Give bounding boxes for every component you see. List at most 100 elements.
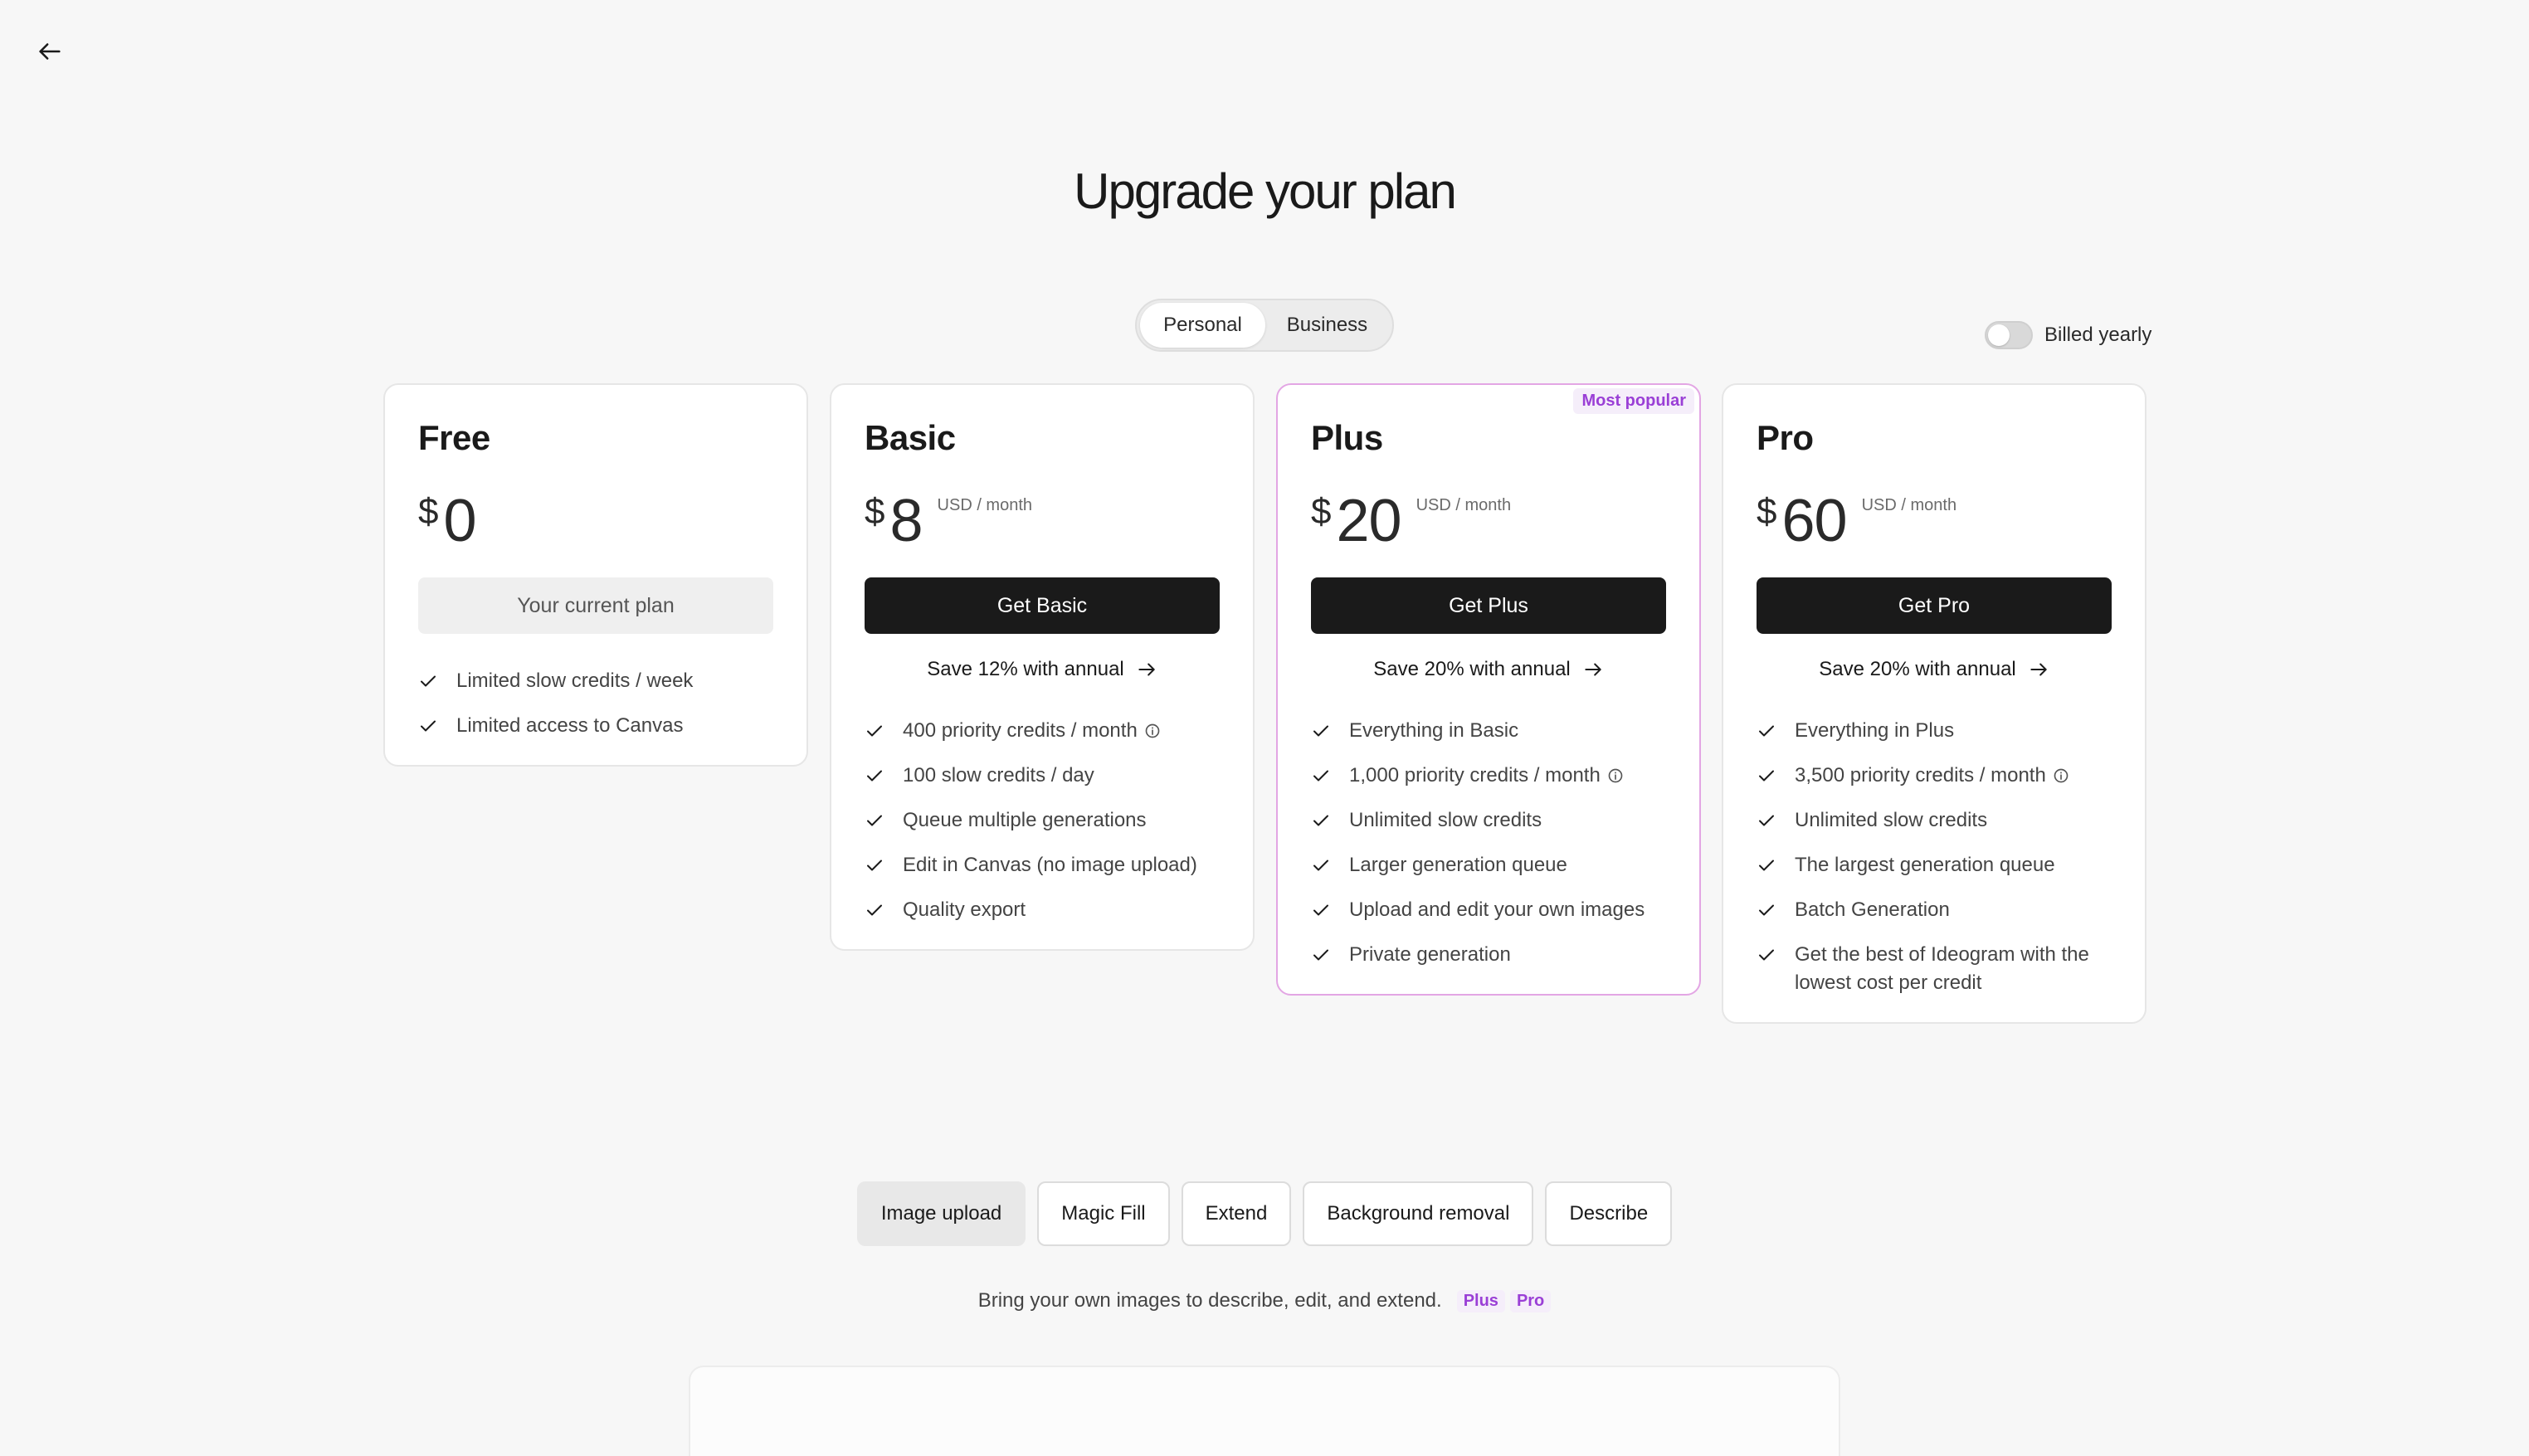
tab-business[interactable]: Business: [1265, 303, 1389, 348]
save-annual-link[interactable]: Save 20% with annual: [1757, 655, 2112, 684]
price: $ 60 USD / month: [1757, 491, 2112, 551]
tab-image-upload[interactable]: Image upload: [856, 1181, 1026, 1246]
billing-toggle-group: Billed yearly: [1985, 320, 2151, 350]
arrow-right-icon: [1585, 663, 1601, 676]
price: $ 0: [418, 491, 773, 551]
plan-card-pro: Pro $ 60 USD / month Get Pro Save 20% wi…: [1722, 383, 2146, 1024]
price-amount: 20: [1336, 488, 1401, 554]
feature-text: 400 priority credits / month: [903, 719, 1138, 742]
list-item: 3,500 priority credits / month: [1757, 762, 2112, 790]
arrow-right-icon: [2030, 663, 2047, 676]
feature-text: Limited slow credits / week: [456, 670, 694, 692]
check-icon: [1757, 896, 1778, 924]
list-item: Batch Generation: [1757, 896, 2112, 924]
feature-description-text: Bring your own images to describe, edit,…: [977, 1289, 1442, 1312]
save-annual-label: Save 12% with annual: [927, 658, 1124, 680]
list-item: Limited access to Canvas: [418, 712, 773, 740]
list-item: Unlimited slow credits: [1757, 806, 2112, 835]
feature-text: 100 slow credits / day: [903, 764, 1094, 786]
price-period: USD / month: [1861, 496, 1957, 514]
list-item: Edit in Canvas (no image upload): [865, 851, 1220, 879]
plan-tag-pro: Pro: [1509, 1289, 1552, 1312]
plan-card-free: Free $ 0 Your current plan Limited slow …: [383, 383, 808, 767]
feature-text: Batch Generation: [1795, 898, 1950, 921]
check-icon: [1311, 851, 1333, 879]
plan-name: Pro: [1757, 418, 1814, 457]
currency-symbol: $: [1311, 491, 1332, 532]
current-plan-button[interactable]: Your current plan: [418, 577, 773, 634]
info-icon[interactable]: [1607, 767, 1624, 784]
feature-text: Larger generation queue: [1349, 854, 1567, 876]
feature-text: Unlimited slow credits: [1349, 809, 1542, 831]
price-period: USD / month: [1416, 496, 1512, 514]
back-button[interactable]: [32, 33, 68, 70]
upgrade-page: Upgrade your plan Personal Business Bill…: [0, 0, 2529, 1456]
check-icon: [1757, 717, 1778, 745]
list-item: Quality export: [865, 896, 1220, 924]
feature-list: Limited slow credits / week Limited acce…: [418, 667, 773, 740]
save-annual-link[interactable]: Save 12% with annual: [865, 655, 1220, 684]
check-icon: [1311, 717, 1333, 745]
tab-background-removal[interactable]: Background removal: [1303, 1181, 1534, 1246]
plan-name: Free: [418, 418, 490, 457]
most-popular-badge: Most popular: [1573, 388, 1694, 414]
feature-text: Everything in Plus: [1795, 719, 1955, 742]
check-icon: [865, 896, 886, 924]
price: $ 20 USD / month: [1311, 491, 1666, 551]
plan-card-basic: Basic $ 8 USD / month Get Basic Save 12%…: [830, 383, 1255, 951]
list-item: Everything in Plus: [1757, 717, 2112, 745]
save-annual-label: Save 20% with annual: [1373, 658, 1571, 680]
check-icon: [865, 851, 886, 879]
save-annual-label: Save 20% with annual: [1819, 658, 2016, 680]
feature-text: Quality export: [903, 898, 1026, 921]
list-item: Private generation: [1311, 941, 1666, 969]
check-icon: [1311, 941, 1333, 969]
list-item: Get the best of Ideogram with the lowest…: [1757, 941, 2112, 997]
feature-list: Everything in Plus 3,500 priority credit…: [1757, 717, 2112, 997]
price-amount: 0: [443, 488, 476, 554]
currency-symbol: $: [865, 491, 885, 532]
feature-text: Limited access to Canvas: [456, 714, 684, 737]
price: $ 8 USD / month: [865, 491, 1220, 551]
feature-text: Edit in Canvas (no image upload): [903, 854, 1197, 876]
list-item: 1,000 priority credits / month: [1311, 762, 1666, 790]
info-icon[interactable]: [2053, 767, 2069, 784]
save-annual-link[interactable]: Save 20% with annual: [1311, 655, 1666, 684]
feature-list: Everything in Basic 1,000 priority credi…: [1311, 717, 1666, 969]
list-item: Upload and edit your own images: [1311, 896, 1666, 924]
plan-name: Plus: [1311, 418, 1383, 457]
list-item: Unlimited slow credits: [1311, 806, 1666, 835]
check-icon: [1757, 851, 1778, 879]
check-icon: [865, 762, 886, 790]
list-item: 100 slow credits / day: [865, 762, 1220, 790]
list-item: Queue multiple generations: [865, 806, 1220, 835]
list-item: Larger generation queue: [1311, 851, 1666, 879]
page-title: Upgrade your plan: [1074, 163, 1457, 219]
currency-symbol: $: [418, 491, 439, 532]
feature-description: Bring your own images to describe, edit,…: [0, 1289, 2529, 1312]
info-icon[interactable]: [1144, 723, 1161, 739]
list-item: 400 priority credits / month: [865, 717, 1220, 745]
get-pro-button[interactable]: Get Pro: [1757, 577, 2112, 634]
toggle-knob: [1988, 324, 2010, 346]
tab-extend[interactable]: Extend: [1181, 1181, 1292, 1246]
tab-describe[interactable]: Describe: [1545, 1181, 1673, 1246]
currency-symbol: $: [1757, 491, 1777, 532]
tab-personal[interactable]: Personal: [1140, 303, 1265, 348]
check-icon: [1311, 762, 1333, 790]
check-icon: [1311, 806, 1333, 835]
tab-magic-fill[interactable]: Magic Fill: [1037, 1181, 1170, 1246]
arrow-left-icon: [39, 43, 61, 60]
plan-type-segmented-control: Personal Business: [1135, 299, 1394, 352]
get-plus-button[interactable]: Get Plus: [1311, 577, 1666, 634]
price-amount: 8: [889, 488, 923, 554]
plan-tag-plus: Plus: [1456, 1289, 1505, 1312]
check-icon: [1757, 762, 1778, 790]
feature-list: 400 priority credits / month 100 slow cr…: [865, 717, 1220, 924]
feature-text: Queue multiple generations: [903, 809, 1147, 831]
list-item: Everything in Basic: [1311, 717, 1666, 745]
feature-text: Private generation: [1349, 943, 1511, 966]
get-basic-button[interactable]: Get Basic: [865, 577, 1220, 634]
price-period: USD / month: [937, 496, 1033, 514]
billed-yearly-toggle[interactable]: [1985, 321, 2033, 349]
